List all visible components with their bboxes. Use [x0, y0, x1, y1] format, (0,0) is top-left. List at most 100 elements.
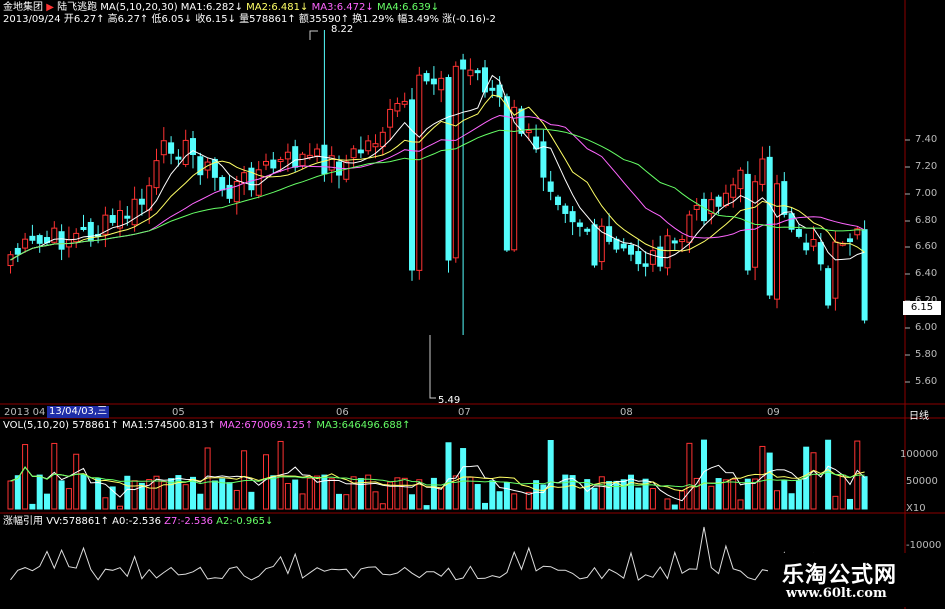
- ma-value-0: MA(5,10,20,30): [100, 2, 178, 13]
- high-marker: [309, 30, 318, 40]
- candle-body: [701, 198, 707, 222]
- month-tick-label: 06: [336, 407, 349, 418]
- volume-bar: [489, 480, 496, 510]
- candle-body: [452, 65, 459, 259]
- chart-header-line1: 金地集团 ▶ 陆飞逃跑 MA(5,10,20,30) MA1:6.282↓ MA…: [3, 2, 439, 14]
- candle-body: [503, 96, 510, 251]
- candle-body: [263, 160, 269, 166]
- price-tick-label: 7.40: [915, 134, 938, 145]
- candle-body: [474, 70, 481, 74]
- candle-body: [467, 69, 474, 77]
- volume-panel-header: VOL(5,10,20) 578861↑ MA1:574500.813↑ MA2…: [3, 420, 410, 432]
- candle-body: [365, 140, 372, 152]
- volume-bar: [635, 487, 642, 510]
- candle-body: [255, 169, 262, 196]
- volume-bar: [445, 442, 452, 510]
- volume-bar: [671, 504, 678, 510]
- candle-body: [423, 73, 430, 82]
- volume-bar: [365, 474, 372, 510]
- candle-body: [693, 204, 700, 210]
- volume-ma5-line: [10, 464, 865, 502]
- volume-axis-50k: 50000: [906, 476, 938, 487]
- quote-value-4: 量578861↑: [235, 14, 296, 25]
- volume-value-2: MA2:670069.125↑: [216, 420, 314, 431]
- volume-bar: [460, 448, 467, 510]
- volume-bar: [861, 476, 868, 510]
- month-tick-label: 05: [172, 407, 185, 418]
- candle-body: [803, 242, 810, 251]
- candle-body: [387, 108, 394, 128]
- candle-body: [759, 158, 766, 185]
- volume-bar: [569, 475, 576, 510]
- period-button[interactable]: 日线: [909, 407, 929, 422]
- indicator-name[interactable]: 陆飞逃跑: [57, 2, 97, 13]
- indicator-value-1: A0:-2.536: [108, 516, 161, 527]
- volume-bar: [730, 478, 737, 510]
- ma-readout: MA(5,10,20,30) MA1:6.282↓ MA2:6.481↓ MA3…: [100, 2, 439, 13]
- quote-readout: 开6.27↑ 高6.27↑ 低6.05↓ 收6.15↓ 量578861↑ 额35…: [64, 14, 496, 25]
- volume-bar: [540, 484, 547, 510]
- candle-body: [737, 169, 744, 190]
- watermark-url: www.60lt.com: [786, 586, 887, 601]
- candle-body: [241, 172, 248, 184]
- candle-body: [613, 238, 620, 250]
- volume-bar: [503, 482, 510, 510]
- candle-body: [489, 87, 496, 91]
- volume-bar: [533, 480, 540, 510]
- quote-value-8: 涨(-0.16)-2: [438, 14, 496, 25]
- candle-body: [591, 224, 598, 266]
- candle-body: [401, 100, 408, 105]
- stock-name[interactable]: 金地集团: [3, 2, 43, 13]
- candle-body: [445, 77, 452, 261]
- candle-body: [511, 106, 518, 251]
- volume-bar: [284, 482, 291, 510]
- volume-bar: [839, 474, 846, 510]
- volume-bar: [248, 491, 255, 510]
- volume-bar: [14, 475, 21, 510]
- volume-bar: [80, 474, 87, 510]
- volume-bar: [430, 477, 437, 510]
- volume-bar: [36, 474, 43, 510]
- volume-bar: [241, 450, 248, 510]
- quote-value-3: 收6.15↓: [192, 14, 236, 25]
- volume-bar: [394, 477, 401, 510]
- ma-value-2: MA2:6.481↓: [243, 2, 309, 13]
- current-price-badge: 6.15: [903, 301, 941, 315]
- volume-bar: [379, 503, 386, 510]
- volume-bar: [372, 491, 379, 510]
- volume-bar: [547, 440, 554, 510]
- candle-body: [357, 149, 364, 154]
- high-price-label: 8.22: [331, 24, 354, 35]
- volume-readout: 578861↑ MA1:574500.813↑ MA2:670069.125↑ …: [72, 420, 410, 431]
- volume-value-1: MA1:574500.813↑: [118, 420, 217, 431]
- candle-body: [810, 238, 817, 247]
- volume-title[interactable]: VOL(5,10,20): [3, 420, 69, 431]
- indicator-value-3: A2:-0.965↓: [212, 516, 274, 527]
- volume-bar: [584, 479, 591, 510]
- candle-body: [774, 183, 780, 300]
- volume-bar: [401, 477, 408, 510]
- candle-body: [482, 67, 488, 93]
- volume-bar: [423, 505, 430, 510]
- volume-bar: [686, 442, 693, 510]
- candle-body: [460, 59, 467, 70]
- volume-bar: [343, 494, 350, 510]
- month-tick-label: 09: [767, 407, 780, 418]
- candle-body: [606, 226, 613, 242]
- candle-body: [233, 181, 240, 203]
- quote-value-0: 开6.27↑: [63, 14, 105, 25]
- volume-value-3: MA3:646496.688↑: [313, 420, 411, 431]
- candle-body: [628, 245, 634, 255]
- indicator-title[interactable]: 涨幅引用: [3, 516, 43, 527]
- volume-value-0: 578861↑: [72, 420, 119, 431]
- volume-bar: [7, 480, 14, 510]
- candle-body: [153, 160, 160, 189]
- candle-body: [430, 78, 437, 85]
- volume-bar: [233, 489, 240, 510]
- volume-bar: [722, 479, 729, 510]
- expand-arrow-icon[interactable]: ▶: [46, 2, 54, 13]
- volume-bar: [810, 452, 817, 510]
- candle-body: [73, 232, 80, 243]
- candle-body: [832, 241, 839, 299]
- ma-value-1: MA1:6.282↓: [177, 2, 243, 13]
